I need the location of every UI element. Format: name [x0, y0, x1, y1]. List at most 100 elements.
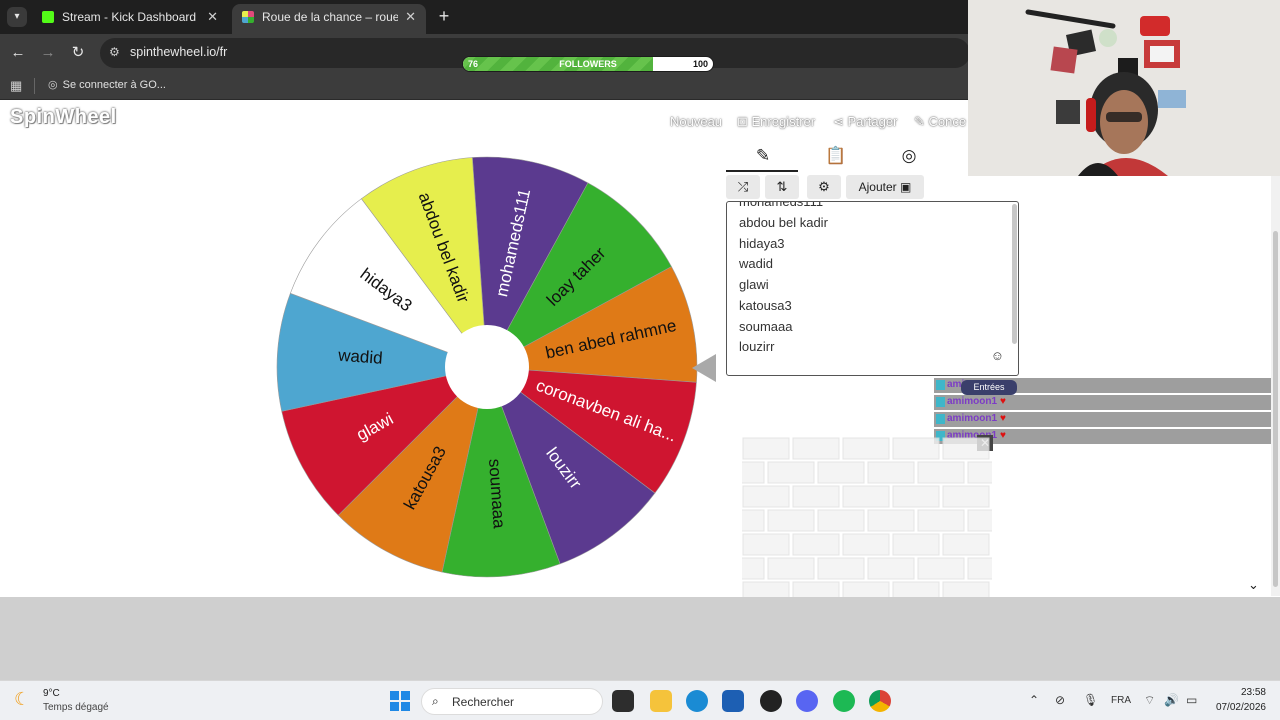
active-tab-underline: [726, 170, 798, 172]
bookmark-google-login[interactable]: ◎ Se connecter à GO...: [48, 78, 166, 91]
bookmark-label: Se connecter à GO...: [62, 79, 166, 91]
weather-temperature[interactable]: 9°C: [43, 688, 60, 699]
microsoft-store-icon[interactable]: [722, 690, 744, 712]
entry-line: soumaaa: [739, 319, 793, 334]
entries-textarea[interactable]: mohameds111 abdou bel kadir hidaya3 wadi…: [726, 201, 1019, 376]
apps-grid-icon[interactable]: ▦: [10, 78, 22, 94]
scrollbar-thumb[interactable]: [1273, 231, 1278, 587]
wheel-center[interactable]: [445, 325, 529, 409]
nav-share[interactable]: ⋖ Partager: [833, 114, 897, 130]
chevron-up-icon[interactable]: ⌃: [1029, 693, 1039, 707]
microphone-icon[interactable]: 🎙: [1083, 693, 1098, 707]
tab-spin-wheel[interactable]: Roue de la chance – roue aléatoire ✕: [232, 4, 426, 34]
kiss-emote-icon: ♥: [1000, 430, 1006, 441]
eye-slash-icon[interactable]: ◎: [894, 146, 924, 166]
file-explorer-icon[interactable]: [650, 690, 672, 712]
clock-date[interactable]: 07/02/2026: [1210, 702, 1266, 713]
nav-customize-label: Conce: [928, 114, 967, 129]
wifi-icon[interactable]: ⌔: [1144, 693, 1155, 708]
chevron-down-icon[interactable]: ⌄: [1248, 577, 1259, 593]
entry-line: glawi: [739, 277, 769, 292]
entry-line: katousa3: [739, 298, 792, 313]
save-icon: ⊡: [737, 114, 752, 129]
site-info-icon[interactable]: ⚙: [109, 45, 120, 59]
edge-browser-icon[interactable]: [686, 690, 708, 712]
nav-save[interactable]: ⊡ Enregistrer: [737, 114, 815, 130]
spin-wheel[interactable]: mohameds111 loay taherben abed rahmnecoro…: [270, 150, 705, 585]
entry-line: hidaya3: [739, 236, 785, 251]
shuffle-button[interactable]: ⤮: [726, 175, 760, 199]
webcam-feed: [968, 0, 1280, 176]
sort-icon: ⇅: [776, 179, 788, 194]
tab-label: Stream - Kick Dashboard: [62, 10, 197, 24]
task-view-icon[interactable]: [612, 690, 634, 712]
url-text[interactable]: spinthewheel.io/fr: [130, 45, 227, 59]
nav-new[interactable]: Nouveau: [670, 114, 722, 129]
entry-line: louzirr: [739, 339, 775, 354]
network-off-icon[interactable]: ⊘: [1055, 693, 1065, 707]
close-icon[interactable]: ✕: [207, 4, 218, 30]
globe-icon: ◎: [48, 79, 58, 91]
sort-button[interactable]: ⇅: [765, 175, 799, 199]
chat-badge-icon: [936, 380, 945, 390]
page-scrollbar[interactable]: [1271, 176, 1280, 596]
language-indicator[interactable]: FRA: [1111, 695, 1131, 706]
pencil-icon[interactable]: ✎: [748, 146, 778, 166]
close-icon[interactable]: ✕: [405, 4, 416, 30]
pencil-icon: ✎: [914, 114, 929, 129]
back-arrow-icon[interactable]: ←: [8, 43, 28, 63]
add-image-button[interactable]: Ajouter ▣: [846, 175, 924, 199]
kiss-emote-icon: ♥: [1000, 413, 1006, 424]
site-logo[interactable]: SpinWheel: [10, 106, 117, 129]
search-placeholder: Rechercher: [452, 695, 515, 709]
editor-tabs: ✎ 📋 ◎ –: [726, 140, 982, 172]
battery-icon[interactable]: ▭: [1186, 693, 1197, 707]
screen: ▾ Stream - Kick Dashboard ✕ Roue de la c…: [0, 0, 1280, 720]
clipboard-icon[interactable]: 📋: [821, 146, 851, 166]
shuffle-icon: ⤮: [737, 179, 749, 194]
wheel-pointer: [692, 354, 716, 382]
moon-weather-icon[interactable]: ☾: [14, 689, 30, 710]
kiss-emote-icon: ♥: [1000, 396, 1006, 407]
chrome-icon[interactable]: [869, 690, 891, 712]
discord-icon[interactable]: [796, 690, 818, 712]
taskbar-search[interactable]: ⌕ Rechercher: [421, 688, 603, 715]
chat-username: amimoon1: [947, 396, 998, 407]
followers-label: FOLLOWERS: [559, 59, 617, 69]
chat-message: amimoon1 ♥: [934, 412, 1280, 427]
tab-kick-dashboard[interactable]: Stream - Kick Dashboard ✕: [32, 4, 228, 34]
reload-icon[interactable]: ↻: [68, 43, 88, 63]
nav-new-label: Nouveau: [670, 114, 723, 129]
obs-icon[interactable]: [760, 690, 782, 712]
bookmark-divider: [34, 78, 35, 94]
share-icon: ⋖: [833, 114, 848, 129]
forward-arrow-icon[interactable]: →: [38, 43, 58, 63]
entry-line: mohameds111: [739, 201, 824, 209]
spinwheel-favicon-icon: [242, 11, 254, 23]
followers-target: 100: [692, 59, 708, 69]
entry-line: wadid: [739, 256, 773, 271]
weather-description[interactable]: Temps dégagé: [43, 702, 109, 713]
chat-badge-icon: [936, 414, 945, 424]
tab-label: Roue de la chance – roue aléatoire: [262, 10, 398, 24]
clock-time[interactable]: 23:58: [1232, 687, 1266, 698]
tab-search-button[interactable]: ▾: [7, 7, 27, 27]
search-icon: ⌕: [432, 694, 439, 708]
chat-message: amimoon1 ♥: [934, 395, 1280, 410]
entries-scrollbar[interactable]: [1012, 204, 1017, 344]
spotify-icon[interactable]: [833, 690, 855, 712]
windows-start-icon[interactable]: [390, 691, 410, 711]
wheel-slice-label: wadid: [337, 346, 384, 368]
new-tab-plus-icon[interactable]: +: [434, 6, 454, 27]
settings-button[interactable]: ⚙: [807, 175, 841, 199]
nav-customize[interactable]: ✎ Conce: [914, 114, 966, 130]
chat-badge-icon: [936, 397, 945, 407]
add-label: Ajouter: [858, 180, 897, 194]
emoji-icon[interactable]: ☺: [991, 348, 1004, 363]
windows-taskbar: ☾ 9°C Temps dégagé ⌕ Rechercher ⌃ ⊘ 🎙 FR…: [0, 680, 1280, 720]
image-icon: ▣: [900, 180, 912, 194]
nav-share-label: Partager: [847, 114, 898, 129]
kick-favicon-icon: [42, 11, 54, 23]
volume-icon[interactable]: 🔊: [1164, 693, 1179, 707]
nav-save-label: Enregistrer: [751, 114, 816, 129]
